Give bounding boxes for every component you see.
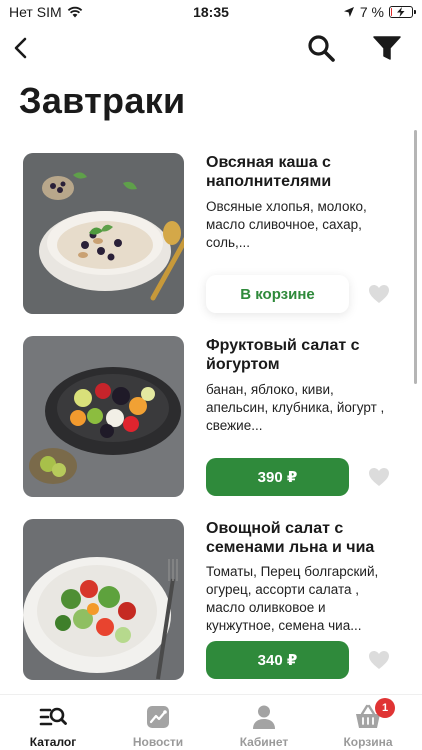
- product-photo-fruit-salad[interactable]: [23, 336, 184, 497]
- bottom-tab-bar: Каталог Новости Кабинет 1 Корзина: [0, 694, 422, 750]
- page-title: Завтраки: [19, 80, 186, 121]
- battery-level-fill: [391, 8, 392, 16]
- product-photo-oatmeal[interactable]: [23, 153, 184, 314]
- product-card[interactable]: Овощной салат с семенами льна и чиа Тома…: [23, 519, 403, 681]
- battery-icon: [389, 6, 416, 18]
- news-icon: [147, 706, 169, 728]
- tab-label: Корзина: [343, 735, 393, 749]
- add-to-cart-price-button[interactable]: 390 ₽: [206, 458, 349, 496]
- heart-icon[interactable]: [368, 650, 390, 670]
- charging-bolt-icon: [397, 7, 405, 17]
- tab-profile[interactable]: Кабинет: [216, 695, 312, 750]
- catalog-icon: [39, 707, 67, 726]
- tab-label: Новости: [132, 735, 184, 749]
- profile-icon: [253, 705, 275, 729]
- location-arrow-icon: [343, 7, 354, 17]
- status-right: 7 %: [343, 4, 416, 20]
- heart-icon[interactable]: [368, 284, 390, 304]
- status-bar: Нет SIM 18:35 7 %: [0, 0, 422, 24]
- tab-label: Кабинет: [239, 735, 289, 749]
- tab-catalog[interactable]: Каталог: [5, 695, 101, 750]
- search-icon[interactable]: [306, 33, 336, 63]
- product-card[interactable]: Овсяная каша с наполнителями Овсяные хло…: [23, 153, 403, 315]
- product-description: Томаты, Перец болгарский, огурец, ассорт…: [206, 564, 379, 633]
- filter-icon[interactable]: [372, 34, 402, 62]
- add-to-cart-price-button[interactable]: 340 ₽: [206, 641, 349, 679]
- product-description: банан, яблоко, киви, апельсин, клубника,…: [206, 382, 385, 433]
- product-name[interactable]: Фруктовый салат с йогуртом: [206, 336, 386, 374]
- chevron-left-icon[interactable]: [8, 34, 36, 62]
- product-card[interactable]: Фруктовый салат с йогуртом банан, яблоко…: [23, 336, 403, 498]
- scrollbar[interactable]: [414, 130, 417, 384]
- battery-percent: 7 %: [359, 4, 384, 20]
- heart-icon[interactable]: [368, 467, 390, 487]
- product-description: Овсяные хлопья, молоко, масло сливочное,…: [206, 199, 367, 250]
- in-cart-button[interactable]: В корзине: [206, 275, 349, 313]
- tab-news[interactable]: Новости: [110, 695, 206, 750]
- product-name[interactable]: Овсяная каша с наполнителями: [206, 153, 386, 191]
- tab-label: Каталог: [29, 735, 77, 749]
- top-navigation: [0, 30, 422, 66]
- product-photo-vegetable-salad[interactable]: [23, 519, 184, 680]
- cart-count-badge: 1: [375, 698, 395, 718]
- product-name[interactable]: Овощной салат с семенами льна и чиа: [206, 519, 386, 557]
- tab-basket[interactable]: 1 Корзина: [320, 695, 416, 750]
